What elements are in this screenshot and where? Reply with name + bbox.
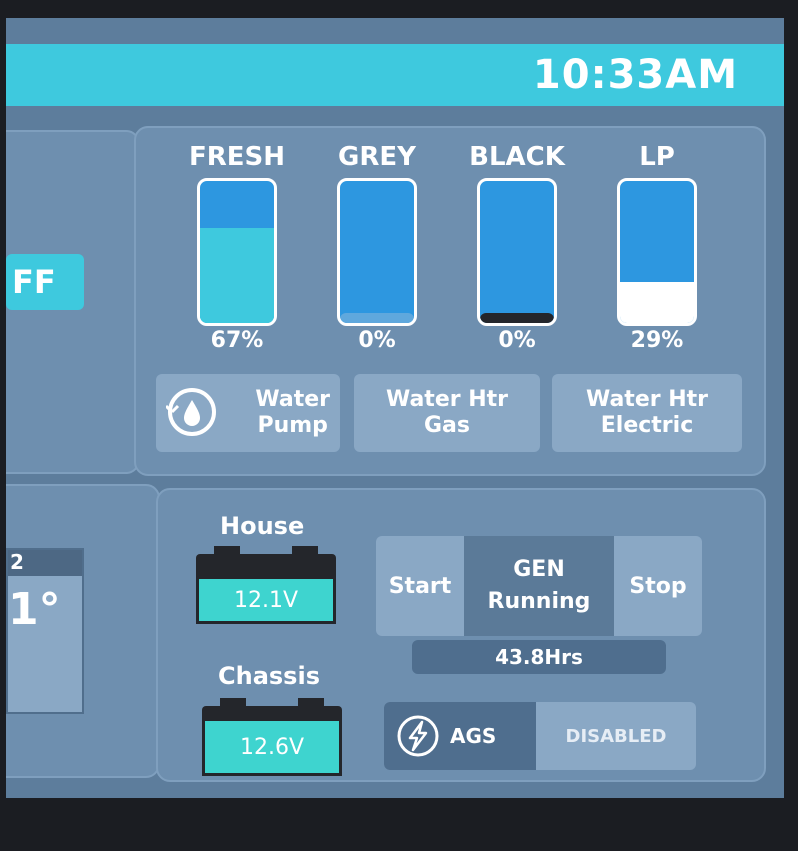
- power-off-button[interactable]: FF: [6, 254, 84, 310]
- water-pump-icon: [166, 388, 216, 436]
- thermostat-temperature: 1°: [8, 584, 61, 635]
- house-battery-label: House: [220, 512, 305, 540]
- battery-top: [202, 706, 342, 718]
- generator-hours: 43.8Hrs: [412, 640, 666, 674]
- tank-label: BLACK: [469, 142, 565, 172]
- generator-stop-button[interactable]: Stop: [614, 536, 702, 636]
- tank-percent: 29%: [630, 328, 684, 353]
- water-pump-button[interactable]: Water Pump: [156, 374, 340, 452]
- generator-start-button[interactable]: Start: [376, 536, 464, 636]
- tank-fill: [340, 313, 414, 323]
- tank-lp: LP 29%: [614, 142, 700, 353]
- tank-percent: 0%: [358, 328, 396, 353]
- water-heater-electric-label-line2: Electric: [600, 413, 694, 438]
- water-pump-label-line2: Pump: [257, 413, 328, 438]
- water-heater-gas-label: Water Htr Gas: [386, 387, 508, 439]
- tank-percent: 0%: [498, 328, 536, 353]
- tank-fill: [200, 228, 274, 323]
- thermostat-header: 2: [8, 550, 82, 576]
- tank-black: BLACK 0%: [469, 142, 565, 353]
- battery-top: [196, 554, 336, 576]
- thermostat-tile[interactable]: 2 1°: [6, 548, 84, 714]
- tank-levels-panel: FRESH 67% GREY 0% BLACK 0% LP 29% Water …: [134, 126, 766, 476]
- lightning-icon: [397, 715, 439, 757]
- chassis-battery-label: Chassis: [218, 662, 320, 690]
- tank-gauge: [617, 178, 697, 326]
- water-pump-label-line1: Water: [255, 387, 330, 412]
- water-heater-gas-label-line1: Water Htr: [385, 387, 509, 412]
- ags-control[interactable]: AGS DISABLED: [384, 702, 696, 770]
- ags-status: DISABLED: [565, 725, 667, 747]
- generator-status-title: GEN: [513, 557, 565, 582]
- generator-status-state: Running: [487, 589, 591, 614]
- house-battery-voltage: 12.1V: [196, 576, 336, 624]
- water-heater-electric-label-line1: Water Htr: [585, 387, 709, 412]
- screen: 10:33AM FF 2 1° FRESH 67% GREY 0% BLACK: [6, 18, 784, 798]
- water-heater-gas-label-line2: Gas: [424, 413, 470, 438]
- ags-toggle[interactable]: AGS: [384, 702, 536, 770]
- tank-label: GREY: [338, 142, 416, 172]
- water-heater-gas-button[interactable]: Water Htr Gas: [354, 374, 540, 452]
- tank-percent: 67%: [210, 328, 264, 353]
- chassis-battery: 12.6V: [202, 698, 342, 776]
- tank-label: FRESH: [188, 142, 286, 172]
- power-panel: House 12.1V Chassis 12.6V Start GEN Runn…: [156, 488, 766, 782]
- chassis-battery-voltage: 12.6V: [202, 718, 342, 776]
- ags-label: AGS: [450, 724, 497, 748]
- tank-gauge: [197, 178, 277, 326]
- generator-status: GEN Running: [464, 536, 614, 636]
- tank-fill: [620, 282, 694, 323]
- house-battery: 12.1V: [196, 546, 336, 624]
- tank-fresh: FRESH 67%: [189, 142, 285, 353]
- tank-gauge: [477, 178, 557, 326]
- tank-fill: [480, 313, 554, 323]
- tank-gauge: [337, 178, 417, 326]
- water-heater-electric-label: Water Htr Electric: [586, 387, 708, 439]
- water-heater-electric-button[interactable]: Water Htr Electric: [552, 374, 742, 452]
- tank-grey: GREY 0%: [334, 142, 420, 353]
- tank-label: LP: [639, 142, 675, 172]
- status-bar: 10:33AM: [6, 44, 784, 106]
- generator-control: Start GEN Running Stop: [376, 536, 702, 636]
- clock: 10:33AM: [532, 52, 738, 98]
- water-pump-label: Water Pump: [255, 387, 330, 439]
